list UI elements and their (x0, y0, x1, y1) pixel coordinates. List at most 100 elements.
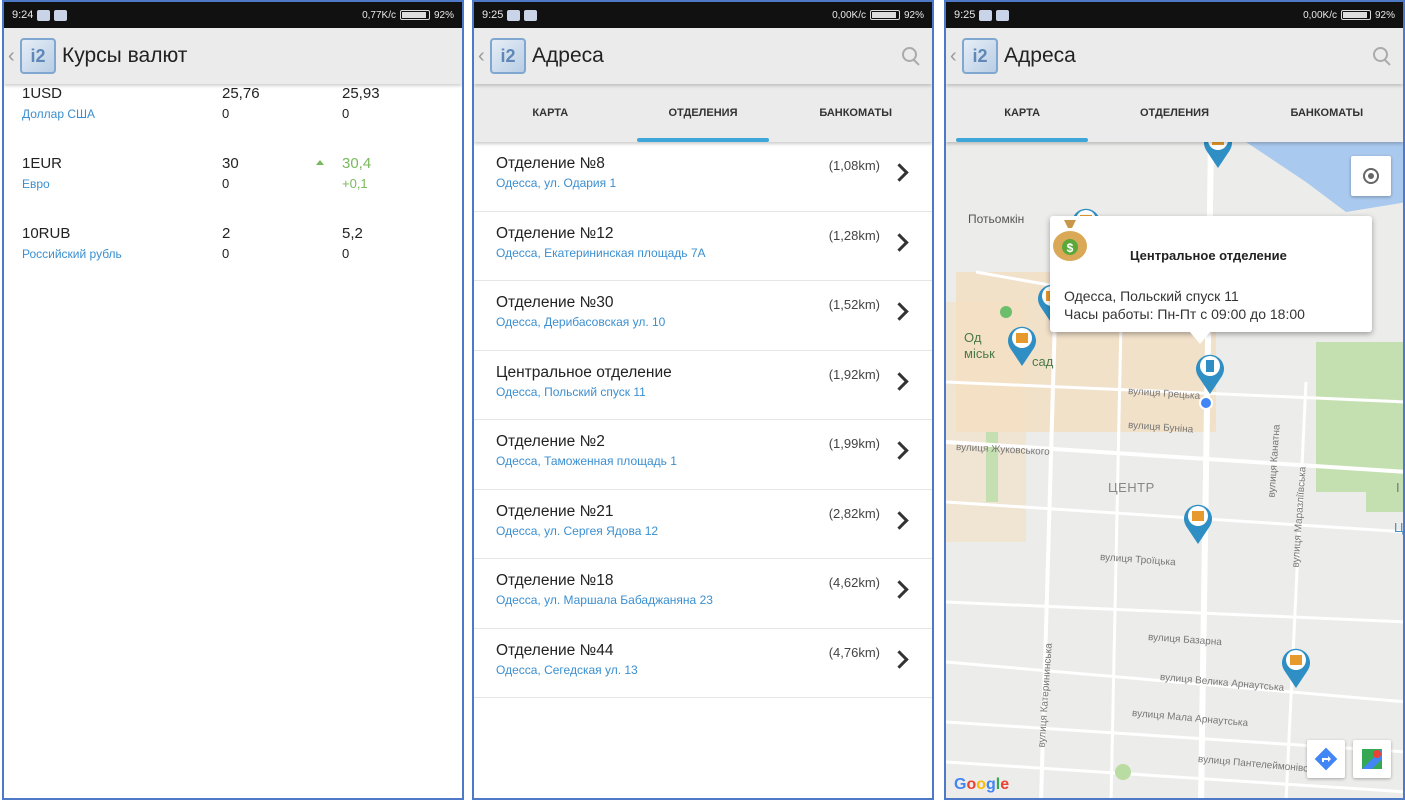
page-title: Адреса (532, 44, 604, 67)
rates-list: 1USD Доллар США 25,76 0 25,93 0 1EUR Евр… (4, 84, 462, 290)
back-icon[interactable]: ‹ (950, 45, 960, 68)
status-time: 9:24 (12, 9, 34, 21)
sell-rate: 5,2 (342, 225, 363, 242)
list-item[interactable]: Отделение №30 Одесса, Дерибасовская ул. … (474, 281, 932, 351)
app-bar: ‹ i2 Адреса (474, 28, 932, 84)
branch-distance: (1,92km) (828, 366, 880, 382)
map-view[interactable]: Потьомкін Од міськ ий сад ЦЕНТР вулиця Г… (946, 142, 1403, 798)
currency-code: 1USD (22, 85, 63, 102)
branch-address: Одесса, ул. Маршала Бабаджаняна 23 (496, 593, 713, 607)
tab-map[interactable]: КАРТА (474, 84, 627, 142)
status-time: 9:25 (954, 9, 976, 21)
list-item[interactable]: Отделение №12 Одесса, Екатерининская пло… (474, 212, 932, 281)
search-icon[interactable] (1371, 45, 1393, 67)
back-icon[interactable]: ‹ (8, 45, 18, 68)
currency-name: Российский рубль (22, 247, 122, 261)
back-icon[interactable]: ‹ (478, 45, 488, 68)
google-maps-icon (1362, 749, 1382, 769)
popup-title: Центральное отделение (1130, 248, 1287, 263)
current-location-icon (1199, 396, 1213, 410)
map-screen: 9:25 0,00K/c 92% ‹ i2 Адреса КАРТА ОТДЕЛ… (944, 0, 1405, 800)
branch-marker-icon[interactable] (1278, 642, 1314, 690)
notification-icon (507, 9, 521, 21)
currency-name: Доллар США (22, 107, 96, 121)
open-maps-button[interactable] (1353, 740, 1391, 778)
buy-rate: 25,76 (222, 85, 260, 102)
tab-map[interactable]: КАРТА (946, 84, 1098, 142)
notification-icon (54, 9, 68, 21)
battery-level: 92% (433, 9, 454, 21)
branch-distance: (1,08km) (828, 158, 880, 173)
buy-rate: 30 (222, 155, 239, 172)
branch-address: Одесса, Екатерининская площадь 7А (496, 245, 706, 260)
status-bar: 9:25 0,00K/c 92% (474, 2, 932, 28)
tab-bar: КАРТА ОТДЕЛЕНИЯ БАНКОМАТЫ (474, 84, 932, 142)
battery-level: 92% (903, 9, 924, 21)
sell-change: 0 (342, 246, 350, 261)
branch-marker-icon[interactable] (1004, 320, 1040, 368)
map-label: Ц (1394, 520, 1403, 535)
status-speed: 0,00K/c (1303, 9, 1337, 21)
buy-change: 0 (222, 176, 230, 191)
tab-bar: КАРТА ОТДЕЛЕНИЯ БАНКОМАТЫ (946, 84, 1403, 142)
sell-change: +0,1 (342, 176, 368, 191)
atm-marker-icon[interactable] (1192, 348, 1228, 396)
directions-icon (1314, 747, 1338, 771)
tab-atms[interactable]: БАНКОМАТЫ (779, 84, 932, 142)
my-location-button[interactable] (1351, 156, 1391, 196)
branch-address: Одесса, ул. Одария 1 (496, 176, 617, 190)
branch-distance: (1,99km) (828, 436, 880, 451)
branch-address: Одесса, Таможенная площадь 1 (496, 454, 677, 468)
map-label: Од (964, 330, 982, 345)
branch-list: Отделение №8 Одесса, ул. Одария 1 (1,08k… (474, 142, 932, 698)
page-title: Курсы валют (62, 44, 188, 67)
tab-atms[interactable]: БАНКОМАТЫ (1251, 84, 1403, 142)
status-bar: 9:25 0,00K/c 92% (946, 2, 1403, 28)
branch-distance: (4,62km) (828, 575, 880, 590)
search-icon[interactable] (900, 45, 922, 67)
marker-info-window[interactable]: $ Центральное отделение Одесса, Польский… (1050, 216, 1372, 344)
branches-screen: 9:25 0,00K/c 92% ‹ i2 Адреса КАРТА ОТДЕЛ… (472, 0, 934, 800)
list-item[interactable]: Отделение №2 Одесса, Таможенная площадь … (474, 420, 932, 490)
buy-change: 0 (222, 246, 230, 261)
buy-rate: 2 (222, 225, 231, 242)
battery-level: 92% (1374, 9, 1395, 21)
app-bar: ‹ i2 Адреса (946, 28, 1403, 84)
branch-distance: (1,28km) (828, 227, 880, 243)
notification-icon (979, 9, 993, 21)
currency-code: 10RUB (22, 225, 71, 242)
branch-address: Одесса, Сегедская ул. 13 (496, 662, 638, 677)
branch-marker-icon[interactable] (1180, 498, 1216, 546)
branch-address: Одесса, Польский спуск 11 (496, 384, 646, 399)
currency-code: 1EUR (22, 155, 63, 172)
notification-icon (37, 9, 51, 21)
battery-icon (1340, 10, 1371, 20)
map-label: міськ (964, 346, 995, 361)
list-item[interactable]: Отделение №44 Одесса, Сегедская ул. 13 (… (474, 629, 932, 698)
list-item[interactable]: Центральное отделение Одесса, Польский с… (474, 351, 932, 420)
map-label: І (1396, 480, 1400, 495)
app-logo-icon[interactable]: i2 (490, 38, 526, 74)
app-logo-icon[interactable]: i2 (20, 38, 56, 74)
app-logo-icon[interactable]: i2 (962, 38, 998, 74)
rates-screen: 9:24 0,77K/c 92% ‹ i2 Курсы валют 1USD Д… (2, 0, 464, 800)
battery-icon (399, 10, 430, 20)
svg-text:$: $ (1067, 241, 1074, 255)
notification-icon (996, 9, 1010, 21)
tab-branches[interactable]: ОТДЕЛЕНИЯ (1098, 84, 1250, 142)
notification-icon (524, 9, 538, 21)
directions-button[interactable] (1307, 740, 1345, 778)
tab-branches[interactable]: ОТДЕЛЕНИЯ (627, 84, 780, 142)
district-label: ЦЕНТР (1108, 480, 1155, 495)
popup-address: Одесса, Польский спуск 11 (1064, 288, 1239, 304)
sell-change: 0 (342, 106, 350, 121)
list-item[interactable]: Отделение №18 Одесса, ул. Маршала Бабадж… (474, 559, 932, 629)
rate-row: 1EUR Евро 30 0 30,4 +0,1 (22, 150, 462, 220)
list-item[interactable]: Отделение №8 Одесса, ул. Одария 1 (1,08k… (474, 142, 932, 212)
sell-rate: 30,4 (342, 155, 372, 172)
rate-row: 10RUB Российский рубль 2 0 5,2 0 (22, 220, 462, 290)
list-item[interactable]: Отделение №21 Одесса, ул. Сергея Ядова 1… (474, 490, 932, 559)
branch-marker-icon[interactable] (1200, 142, 1236, 170)
rate-row: 1USD Доллар США 25,76 0 25,93 0 (22, 84, 462, 150)
popup-hours: Часы работы: Пн-Пт с 09:00 до 18:00 (1064, 306, 1305, 322)
